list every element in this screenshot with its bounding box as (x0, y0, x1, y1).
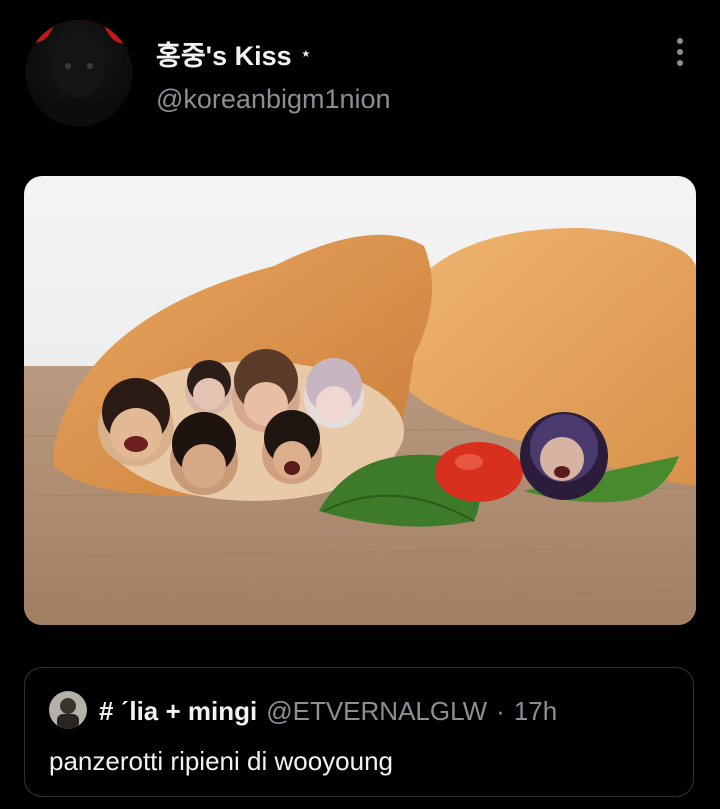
more-dot-icon (677, 49, 683, 55)
quoted-timestamp[interactable]: 17h (514, 696, 557, 727)
quoted-handle[interactable]: @ETVERNALGLW (266, 696, 487, 727)
quoted-avatar[interactable] (49, 691, 87, 729)
more-dot-icon (677, 60, 683, 66)
star-badge-icon: ⋆ (299, 43, 313, 65)
quoted-tweet[interactable]: # ˊlia + mingi @ETVERNALGLW · 17h panzer… (24, 667, 694, 797)
display-name-text: 홍중's Kiss (156, 41, 292, 71)
quoted-header: # ˊlia + mingi @ETVERNALGLW · 17h (99, 696, 557, 727)
more-options-button[interactable] (664, 38, 696, 66)
panzerotti-photo (24, 176, 696, 625)
profile-avatar[interactable] (26, 20, 132, 126)
avatar-image (26, 20, 132, 126)
display-name[interactable]: 홍중's Kiss ⋆ (156, 34, 312, 73)
quoted-display-name[interactable]: # ˊlia + mingi (99, 696, 257, 727)
more-dot-icon (677, 38, 683, 44)
quoted-avatar-image (49, 691, 87, 729)
separator-dot: · (496, 696, 505, 726)
user-handle[interactable]: @koreanbigm1nion (156, 84, 391, 115)
tweet-media-image[interactable] (24, 176, 696, 625)
quoted-text: panzerotti ripieni di wooyoung (49, 746, 393, 776)
